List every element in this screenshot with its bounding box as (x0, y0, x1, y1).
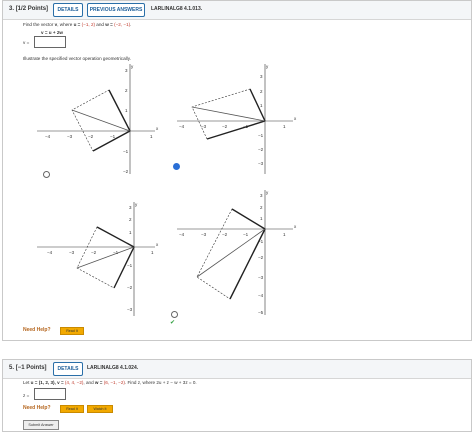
tick-xm4: −4 (179, 232, 185, 237)
tick-x1: 1 (150, 134, 153, 139)
tick-y3: 3 (260, 193, 263, 198)
option-b-radio[interactable] (173, 163, 180, 170)
question-3-number: 3. [1/2 Points] (9, 6, 49, 12)
tick-ym1: −1 (258, 133, 264, 138)
question-5-header: 5. [−1 Points] DETAILS LARLINALG8 4.1.02… (3, 360, 471, 379)
tick-y3: 3 (129, 205, 132, 210)
graph-option-d: x y −4 −3 −2 −1 1 3 2 1 −1 −2 −3 −4 −5 (177, 190, 297, 315)
option-a-radio[interactable] (43, 171, 50, 178)
x-axis-label: x (294, 116, 297, 121)
tick-y2: 2 (260, 205, 263, 210)
z-answer-input[interactable] (34, 388, 66, 400)
tick-ym2: −2 (258, 147, 264, 152)
question-3-panel: 3. [1/2 Points] DETAILS PREVIOUS ANSWERS… (2, 0, 472, 341)
question-5-number: 5. [−1 Points] (9, 365, 47, 371)
tick-ym5: −5 (258, 310, 264, 315)
x-axis-label: x (294, 224, 297, 229)
graph-option-a: x y −4 −3 −2 −1 1 3 2 1 −1 −2 (37, 64, 159, 174)
tick-y2: 2 (129, 217, 132, 222)
tick-xm4: −4 (179, 124, 185, 129)
tick-ym3: −3 (258, 161, 264, 166)
tick-xm4: −4 (47, 250, 53, 255)
details-button[interactable]: DETAILS (53, 3, 83, 17)
submit-answer-button[interactable]: Submit Answer (23, 420, 59, 430)
vector-u (249, 88, 266, 122)
graph-option-c: x y −4 −3 −2 −1 1 3 2 1 −1 −2 −3 (37, 202, 159, 316)
tick-xm2: −2 (222, 124, 228, 129)
y-axis-label: y (266, 190, 269, 195)
tick-xm1: −1 (110, 134, 116, 139)
watch-it-button[interactable]: Watch It (87, 405, 113, 413)
v-answer-input[interactable] (34, 36, 66, 48)
tick-y2: 2 (260, 89, 263, 94)
tick-y1: 1 (125, 108, 128, 113)
previous-answers-button[interactable]: PREVIOUS ANSWERS (87, 3, 145, 17)
question-5-code: LARLINALG8 4.1.024. (87, 365, 139, 371)
question-3-header: 3. [1/2 Points] DETAILS PREVIOUS ANSWERS… (3, 1, 471, 20)
read-it-button[interactable]: Read It (60, 405, 84, 413)
details-button[interactable]: DETAILS (53, 362, 83, 376)
tick-xm2: −2 (91, 250, 97, 255)
tick-xm2: −2 (222, 232, 228, 237)
vector-w (191, 106, 266, 122)
question-3-equation: v = u + 2w (41, 30, 63, 35)
tick-y3: 3 (260, 74, 263, 79)
tick-y1: 1 (129, 230, 132, 235)
vector-v (196, 228, 266, 278)
z-label: z = (23, 393, 30, 398)
y-axis-label: y (135, 202, 138, 207)
x-axis-label: x (156, 126, 159, 131)
question-3-code: LARLINALG8 4.1.013. (151, 6, 203, 12)
tick-ym3: −3 (127, 307, 133, 312)
question-5-panel: 5. [−1 Points] DETAILS LARLINALG8 4.1.02… (2, 359, 472, 432)
vector-2w (229, 228, 266, 300)
vector-v (206, 120, 266, 140)
tick-ym3: −3 (258, 275, 264, 280)
question-5-instruction: Let u = (1, 2, 3), v = (4, 4, −2), and w… (23, 380, 197, 385)
question-3-instruction: Find the vector v, where u = (−1, 2) and… (23, 22, 132, 27)
tick-x1: 1 (283, 232, 286, 237)
tick-xm3: −3 (69, 250, 75, 255)
tick-y1: 1 (260, 216, 263, 221)
tick-x1: 1 (283, 124, 286, 129)
tick-ym1: −1 (123, 149, 129, 154)
need-help-label: Need Help? (23, 405, 51, 411)
tick-y2: 2 (125, 88, 128, 93)
need-help-label: Need Help? (23, 327, 51, 333)
tick-ym2: −2 (258, 255, 264, 260)
option-d-radio[interactable] (171, 311, 178, 318)
graph-option-b: x y −4 −3 −2 −1 1 3 2 1 −1 −2 −3 (177, 64, 297, 174)
x-axis-label: x (156, 242, 159, 247)
tick-ym4: −4 (258, 293, 264, 298)
tick-xm1: −1 (243, 232, 249, 237)
tick-x1: 1 (151, 250, 154, 255)
tick-xm4: −4 (45, 134, 51, 139)
tick-ym2: −2 (127, 285, 133, 290)
y-axis-label: y (131, 64, 134, 69)
read-it-button[interactable]: Read It (60, 327, 84, 335)
tick-ym1: −1 (127, 263, 133, 268)
tick-xm3: −3 (201, 232, 207, 237)
tick-xm3: −3 (67, 134, 73, 139)
y-axis-label: y (266, 64, 269, 69)
tick-y3: 3 (125, 68, 128, 73)
check-mark-icon: ✔ (170, 320, 176, 326)
tick-y1: 1 (260, 103, 263, 108)
tick-ym2: −2 (123, 169, 129, 174)
tick-xm2: −2 (88, 134, 94, 139)
v-label: v = (23, 40, 30, 45)
